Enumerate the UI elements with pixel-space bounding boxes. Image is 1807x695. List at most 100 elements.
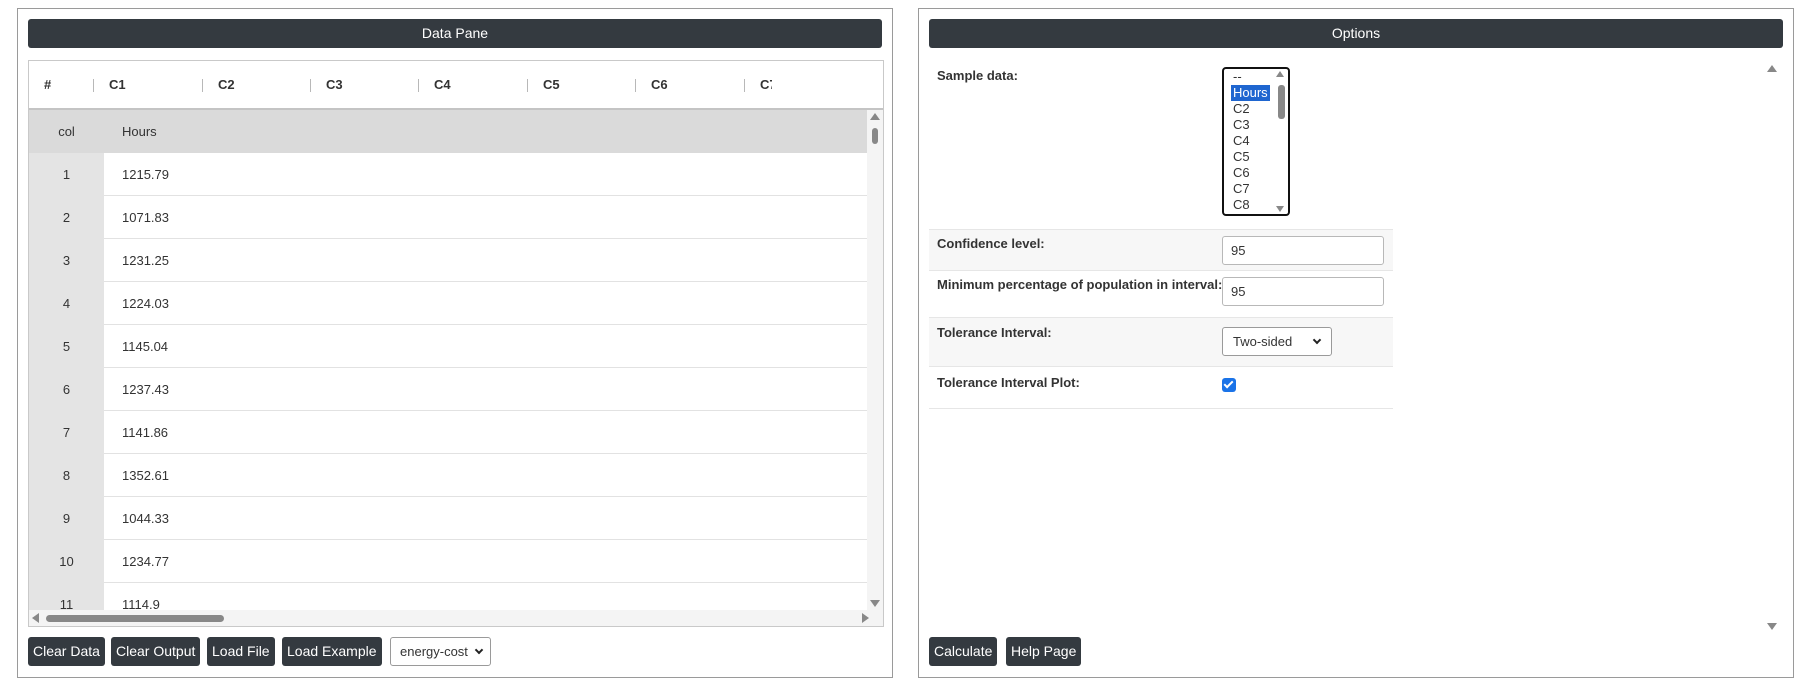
listbox-option[interactable]: C7 — [1231, 181, 1252, 197]
tolerance-interval-row: Tolerance Interval: Two-sided — [929, 318, 1393, 367]
tolerance-interval-label: Tolerance Interval: — [937, 325, 1052, 340]
data-cell[interactable]: 1044.33 — [122, 497, 169, 540]
data-cell[interactable]: 1352.61 — [122, 454, 169, 497]
column-header-index[interactable]: # — [44, 61, 51, 108]
chevron-down-icon — [474, 645, 484, 655]
row-number: 6 — [29, 368, 104, 411]
row-number: 10 — [29, 540, 104, 583]
column-separator — [635, 79, 636, 92]
grid-header-row: # C1 C2 C3 C4 C5 C6 C7 — [29, 61, 883, 110]
scroll-up-icon[interactable] — [870, 113, 880, 120]
help-page-button[interactable]: Help Page — [1006, 637, 1082, 666]
scrollbar-thumb[interactable] — [46, 615, 224, 622]
column-header-c2[interactable]: C2 — [218, 61, 235, 108]
data-cell[interactable]: 1237.43 — [122, 368, 169, 411]
load-example-button[interactable]: Load Example — [282, 637, 382, 666]
confidence-level-label: Confidence level: — [937, 236, 1045, 251]
row-number: 2 — [29, 196, 104, 239]
table-row: 10 1234.77 — [29, 540, 869, 583]
min-percentage-label: Minimum percentage of population in inte… — [937, 277, 1223, 292]
data-cell[interactable]: 1145.04 — [122, 325, 168, 368]
column-separator — [527, 79, 528, 92]
table-row: 4 1224.03 — [29, 282, 869, 325]
example-dataset-select[interactable]: energy-cost — [390, 637, 491, 666]
column-header-c5[interactable]: C5 — [543, 61, 560, 108]
min-percentage-input[interactable]: 95 — [1222, 277, 1384, 306]
sample-data-label: Sample data: — [937, 68, 1018, 83]
row-number: 5 — [29, 325, 104, 368]
data-cell[interactable]: 1234.77 — [122, 540, 169, 583]
calculate-button[interactable]: Calculate — [929, 637, 998, 666]
data-cell[interactable]: 1141.86 — [122, 411, 168, 454]
table-row: 11 1114.9 — [29, 583, 869, 610]
sample-data-listbox[interactable]: -- Hours C2 C3 C4 C5 C6 C7 C8 — [1222, 67, 1290, 216]
listbox-option[interactable]: -- — [1231, 69, 1244, 85]
table-row: 3 1231.25 — [29, 239, 869, 282]
column-name-row: col Hours — [29, 110, 869, 153]
row-number: 8 — [29, 454, 104, 497]
table-row: 1 1215.79 — [29, 153, 869, 196]
scroll-up-icon[interactable] — [1276, 71, 1284, 77]
row-number: 7 — [29, 411, 104, 454]
clear-output-button[interactable]: Clear Output — [111, 637, 201, 666]
tolerance-interval-value: Two-sided — [1233, 334, 1293, 349]
data-pane-header: Data Pane — [28, 19, 882, 48]
data-cell[interactable]: 1215.79 — [122, 153, 169, 196]
scroll-down-icon[interactable] — [870, 600, 880, 607]
listbox-option[interactable]: C5 — [1231, 149, 1252, 165]
column-separator — [310, 79, 311, 92]
confidence-level-input[interactable]: 95 — [1222, 236, 1384, 265]
row-number: 11 — [29, 583, 104, 610]
column-separator — [93, 79, 94, 92]
table-row: 7 1141.86 — [29, 411, 869, 454]
data-grid: # C1 C2 C3 C4 C5 C6 C7 col Hours 1 1215.… — [28, 60, 884, 627]
row-number: 9 — [29, 497, 104, 540]
listbox-option[interactable]: C4 — [1231, 133, 1252, 149]
data-cell[interactable]: 1231.25 — [122, 239, 169, 282]
tolerance-plot-checkbox[interactable] — [1222, 378, 1236, 392]
scroll-down-icon[interactable] — [1767, 623, 1777, 630]
load-file-button[interactable]: Load File — [207, 637, 275, 666]
scroll-right-icon[interactable] — [862, 613, 869, 623]
data-cell[interactable]: 1224.03 — [122, 282, 169, 325]
grid-horizontal-scrollbar[interactable] — [29, 610, 883, 626]
tolerance-interval-select[interactable]: Two-sided — [1222, 327, 1332, 356]
table-row: 2 1071.83 — [29, 196, 869, 239]
column-header-c6[interactable]: C6 — [651, 61, 668, 108]
scroll-left-icon[interactable] — [32, 613, 39, 623]
column-header-c3[interactable]: C3 — [326, 61, 343, 108]
scroll-down-icon[interactable] — [1276, 206, 1284, 212]
listbox-scrollbar[interactable] — [1274, 69, 1288, 214]
confidence-level-row: Confidence level: 95 — [929, 230, 1393, 271]
listbox-option-selected[interactable]: Hours — [1231, 85, 1270, 101]
tolerance-plot-label: Tolerance Interval Plot: — [937, 375, 1080, 390]
options-header: Options — [929, 19, 1783, 48]
listbox-option[interactable]: C2 — [1231, 101, 1252, 117]
min-percentage-row: Minimum percentage of population in inte… — [929, 271, 1393, 318]
column-header-c4[interactable]: C4 — [434, 61, 451, 108]
data-pane-panel: Data Pane # C1 C2 C3 C4 C5 C6 C7 col Hou… — [17, 8, 893, 678]
column-header-c1[interactable]: C1 — [109, 61, 126, 108]
example-dataset-value: energy-cost — [400, 644, 468, 659]
checkmark-icon — [1223, 378, 1234, 389]
row-number: 3 — [29, 239, 104, 282]
table-row: 6 1237.43 — [29, 368, 869, 411]
data-cell[interactable]: 1114.9 — [122, 583, 160, 610]
listbox-option[interactable]: C3 — [1231, 117, 1252, 133]
options-panel: Options Sample data: -- Hours C2 C3 C4 C… — [918, 8, 1794, 678]
scrollbar-thumb[interactable] — [1278, 85, 1285, 119]
row-number: 1 — [29, 153, 104, 196]
column-name-cell[interactable]: Hours — [122, 110, 157, 153]
table-row: 5 1145.04 — [29, 325, 869, 368]
table-row: 8 1352.61 — [29, 454, 869, 497]
grid-vertical-scrollbar[interactable] — [867, 110, 883, 610]
scroll-up-icon[interactable] — [1767, 65, 1777, 72]
data-cell[interactable]: 1071.83 — [122, 196, 169, 239]
column-header-c7[interactable]: C7 — [760, 61, 772, 108]
listbox-option[interactable]: C8 — [1231, 197, 1252, 213]
grid-body: col Hours 1 1215.79 2 1071.83 3 1231.25 … — [29, 110, 869, 610]
clear-data-button[interactable]: Clear Data — [28, 637, 105, 666]
listbox-option[interactable]: C6 — [1231, 165, 1252, 181]
scrollbar-thumb[interactable] — [872, 128, 878, 144]
column-separator — [202, 79, 203, 92]
